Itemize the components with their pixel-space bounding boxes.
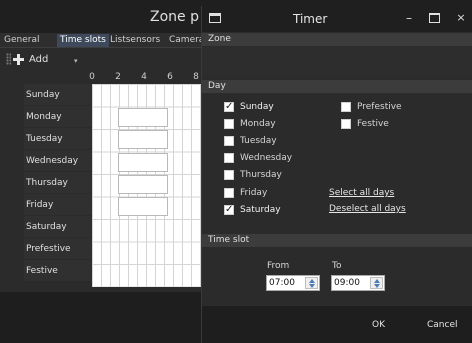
time-slot-block[interactable] [118, 175, 168, 194]
cancel-button[interactable]: Cancel [427, 320, 458, 330]
checkbox-sunday[interactable]: Sunday [224, 101, 274, 112]
checkbox-label: Monday [240, 119, 276, 129]
day-row-label: Prefestive [24, 238, 92, 260]
checkbox-friday[interactable]: Friday [224, 188, 267, 198]
checkbox-label: Festive [357, 119, 389, 129]
day-row-label: Saturday [24, 216, 92, 238]
checkbox-label: Thursday [240, 170, 282, 180]
zone-section-header: Zone [202, 33, 472, 46]
to-label: To [332, 261, 342, 271]
plus-icon [13, 53, 24, 65]
checkbox-prefestive[interactable]: Prefestive [341, 102, 402, 112]
close-button[interactable]: × [454, 9, 468, 27]
spin-up-icon[interactable] [309, 279, 315, 283]
deselect-all-days-link[interactable]: Deselect all days [329, 204, 406, 214]
day-row-label: Thursday [24, 172, 92, 194]
checkbox-label: Tuesday [240, 136, 277, 146]
checkbox-label: Wednesday [240, 153, 293, 163]
time-slot-block[interactable] [118, 197, 168, 216]
background-window-title: Zone p [150, 9, 199, 25]
time-slot-block[interactable] [118, 130, 168, 149]
tab-time-slots[interactable]: Time slots [57, 34, 109, 47]
time-slot-section-header: Time slot [202, 234, 472, 247]
checkbox-monday[interactable]: Monday [224, 119, 276, 129]
day-row-label: Tuesday [24, 128, 92, 150]
tab-general[interactable]: General [1, 34, 42, 47]
hour-label: 4 [141, 72, 147, 82]
maximize-button[interactable] [429, 13, 440, 23]
checkbox-box[interactable] [224, 119, 234, 129]
day-row-label: Monday [24, 106, 92, 128]
checkbox-label: Prefestive [357, 102, 402, 112]
spin-down-icon[interactable] [374, 284, 380, 288]
hour-label: 6 [167, 72, 173, 82]
from-time-field[interactable] [266, 275, 320, 291]
timer-dialog: Timer – × Zone Day Sunday Monday Tuesday… [201, 6, 472, 343]
checkbox-box[interactable] [224, 188, 234, 198]
hour-label: 2 [115, 72, 121, 82]
ok-button[interactable]: OK [372, 320, 385, 330]
time-slot-block[interactable] [118, 153, 168, 172]
checkbox-label: Friday [240, 188, 268, 198]
checkbox-tuesday[interactable]: Tuesday [224, 136, 277, 146]
day-row-label: Wednesday [24, 150, 92, 172]
time-slot-block[interactable] [118, 108, 168, 127]
checkbox-box[interactable] [224, 170, 234, 180]
from-label: From [267, 261, 290, 271]
checkbox-thursday[interactable]: Thursday [224, 170, 282, 180]
add-button-label: Add [29, 53, 49, 65]
to-time-field[interactable] [331, 275, 385, 291]
spinner-arrows-icon[interactable] [305, 277, 318, 289]
to-time-input[interactable] [332, 276, 370, 290]
checkbox-box[interactable] [341, 102, 351, 112]
checkbox-festive[interactable]: Festive [341, 119, 389, 129]
checkbox-box[interactable] [224, 101, 234, 112]
checkbox-box[interactable] [224, 153, 234, 163]
minimize-button[interactable]: – [401, 9, 417, 27]
checkbox-saturday[interactable]: Saturday [224, 204, 281, 215]
hour-label: 0 [89, 72, 95, 82]
tab-listsensors[interactable]: Listsensors [107, 34, 163, 47]
spinner-arrows-icon[interactable] [370, 277, 383, 289]
checkbox-wednesday[interactable]: Wednesday [224, 153, 292, 163]
day-row-label: Friday [24, 194, 92, 216]
add-dropdown-caret-icon[interactable]: ▾ [74, 57, 78, 65]
day-row-label: Sunday [24, 84, 92, 106]
checkbox-label: Saturday [240, 205, 281, 215]
spin-down-icon[interactable] [309, 284, 315, 288]
spin-up-icon[interactable] [374, 279, 380, 283]
from-time-input[interactable] [267, 276, 305, 290]
checkbox-box[interactable] [341, 119, 351, 129]
checkbox-box[interactable] [224, 204, 234, 215]
hour-scale: 0 2 4 6 8 [89, 72, 212, 84]
dialog-title: Timer [293, 12, 328, 26]
zone-section-body [202, 47, 472, 77]
add-button[interactable]: Add [13, 51, 48, 67]
select-all-days-link[interactable]: Select all days [329, 188, 394, 198]
checkbox-box[interactable] [224, 136, 234, 146]
window-icon [209, 13, 221, 23]
checkbox-label: Sunday [240, 102, 274, 112]
schedule-day-labels: Sunday Monday Tuesday Wednesday Thursday… [24, 84, 92, 282]
day-row-label: Festive [24, 260, 92, 282]
day-section-header: Day [202, 80, 472, 93]
toolbar-grip-icon[interactable] [6, 53, 11, 65]
hour-label: 8 [193, 72, 199, 82]
